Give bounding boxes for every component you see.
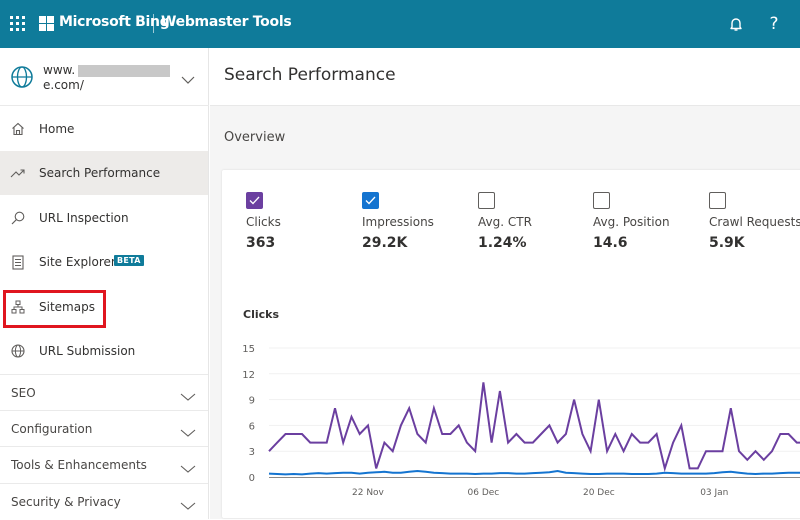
sidebar-section-security-privacy[interactable]: Security & Privacy: [0, 483, 208, 519]
section-label: Tools & Enhancements: [11, 458, 147, 472]
overview-card: Clicks 363 Impressions 29.2K Avg. CTR 1.…: [222, 170, 800, 518]
beta-badge: BETA: [114, 255, 144, 266]
sidebar-item-label: URL Submission: [39, 344, 135, 358]
y-tick-label: 15: [242, 344, 255, 355]
metric-crawl-requests[interactable]: Crawl Requests 5.9K: [709, 192, 800, 251]
microsoft-logo-icon: [39, 16, 54, 31]
section-label: Configuration: [11, 422, 92, 436]
globe-icon: [10, 343, 26, 359]
checkbox-checked[interactable]: [246, 192, 263, 209]
sidebar-section-seo[interactable]: SEO: [0, 374, 208, 410]
x-tick-label: 20 Dec: [583, 488, 615, 498]
metric-label: Avg. CTR: [478, 215, 590, 229]
y-tick-label: 0: [249, 473, 255, 484]
section-label: Security & Privacy: [11, 495, 121, 509]
redacted-domain: [78, 65, 170, 77]
checkbox-unchecked[interactable]: [709, 192, 726, 209]
sidebar-item-search-performance[interactable]: Search Performance: [0, 151, 208, 195]
page-title: Search Performance: [224, 65, 396, 85]
chevron-down-icon: [180, 459, 196, 478]
overview-title: Overview: [224, 130, 285, 145]
metric-value: 14.6: [593, 235, 705, 251]
chevron-down-icon: [180, 423, 196, 442]
sidebar-item-site-explorer[interactable]: Site Explorer BETA: [0, 240, 208, 284]
section-label: SEO: [11, 386, 36, 400]
metric-clicks[interactable]: Clicks 363: [246, 192, 358, 251]
document-list-icon: [10, 254, 26, 270]
clicks-chart: 0 3 6 9 12 15 22 Nov 06 Dec 20 Dec 03 Jan: [222, 330, 800, 520]
trend-icon: [10, 165, 26, 181]
x-tick-label: 06 Dec: [468, 488, 500, 498]
sidebar-section-configuration[interactable]: Configuration: [0, 410, 208, 446]
sidebar-item-label: Sitemaps: [39, 300, 95, 314]
checkbox-checked[interactable]: [362, 192, 379, 209]
chart-title: Clicks: [243, 308, 279, 321]
sidebar-item-label: Search Performance: [39, 166, 160, 180]
sidebar-section-tools-enhancements[interactable]: Tools & Enhancements: [0, 446, 208, 482]
brand-divider: [153, 14, 154, 33]
y-tick-label: 9: [249, 396, 255, 407]
main-content: Search Performance Overview Clicks 363 I…: [210, 48, 800, 519]
metric-value: 29.2K: [362, 235, 474, 251]
sidebar-item-sitemaps[interactable]: Sitemaps: [0, 285, 208, 329]
metric-label: Avg. Position: [593, 215, 705, 229]
sidebar: www. e.com/ Home Search Performance URL …: [0, 48, 209, 519]
site-url: www.: [43, 63, 75, 77]
product-name[interactable]: Webmaster Tools: [161, 14, 291, 30]
sidebar-item-url-submission[interactable]: URL Submission: [0, 329, 208, 373]
metric-value: 363: [246, 235, 358, 251]
x-tick-label: 22 Nov: [352, 488, 385, 498]
chevron-down-icon: [180, 387, 196, 406]
metric-label: Clicks: [246, 215, 358, 229]
chevron-down-icon: [180, 496, 196, 515]
help-icon[interactable]: ?: [762, 12, 786, 36]
metric-label: Crawl Requests: [709, 215, 800, 229]
sidebar-item-label: Home: [39, 122, 74, 136]
metric-avg-position[interactable]: Avg. Position 14.6: [593, 192, 705, 251]
x-tick-label: 03 Jan: [700, 488, 728, 498]
checkbox-unchecked[interactable]: [478, 192, 495, 209]
checkbox-unchecked[interactable]: [593, 192, 610, 209]
y-tick-label: 3: [249, 447, 255, 458]
sidebar-item-label: URL Inspection: [39, 211, 129, 225]
metric-avg-ctr[interactable]: Avg. CTR 1.24%: [478, 192, 590, 251]
search-icon: [10, 210, 26, 226]
sidebar-item-url-inspection[interactable]: URL Inspection: [0, 196, 208, 240]
series-line-impressions: [269, 471, 800, 474]
home-icon: [10, 121, 26, 137]
site-url-suffix: e.com/: [43, 78, 84, 92]
metric-impressions[interactable]: Impressions 29.2K: [362, 192, 474, 251]
sidebar-item-label: Site Explorer: [39, 255, 116, 269]
chevron-down-icon[interactable]: [181, 70, 195, 89]
page-header: Search Performance: [210, 48, 800, 106]
sidebar-item-home[interactable]: Home: [0, 107, 208, 151]
top-bar: Microsoft Bing Webmaster Tools ?: [0, 0, 800, 48]
metric-value: 5.9K: [709, 235, 800, 251]
site-picker[interactable]: www. e.com/: [0, 48, 209, 106]
y-tick-label: 12: [242, 370, 255, 381]
globe-icon: [10, 65, 34, 93]
metric-value: 1.24%: [478, 235, 590, 251]
y-tick-label: 6: [249, 421, 255, 432]
metric-label: Impressions: [362, 215, 474, 229]
sitemap-icon: [10, 299, 26, 315]
app-launcher-icon[interactable]: [10, 16, 26, 32]
bell-icon[interactable]: [724, 12, 748, 36]
